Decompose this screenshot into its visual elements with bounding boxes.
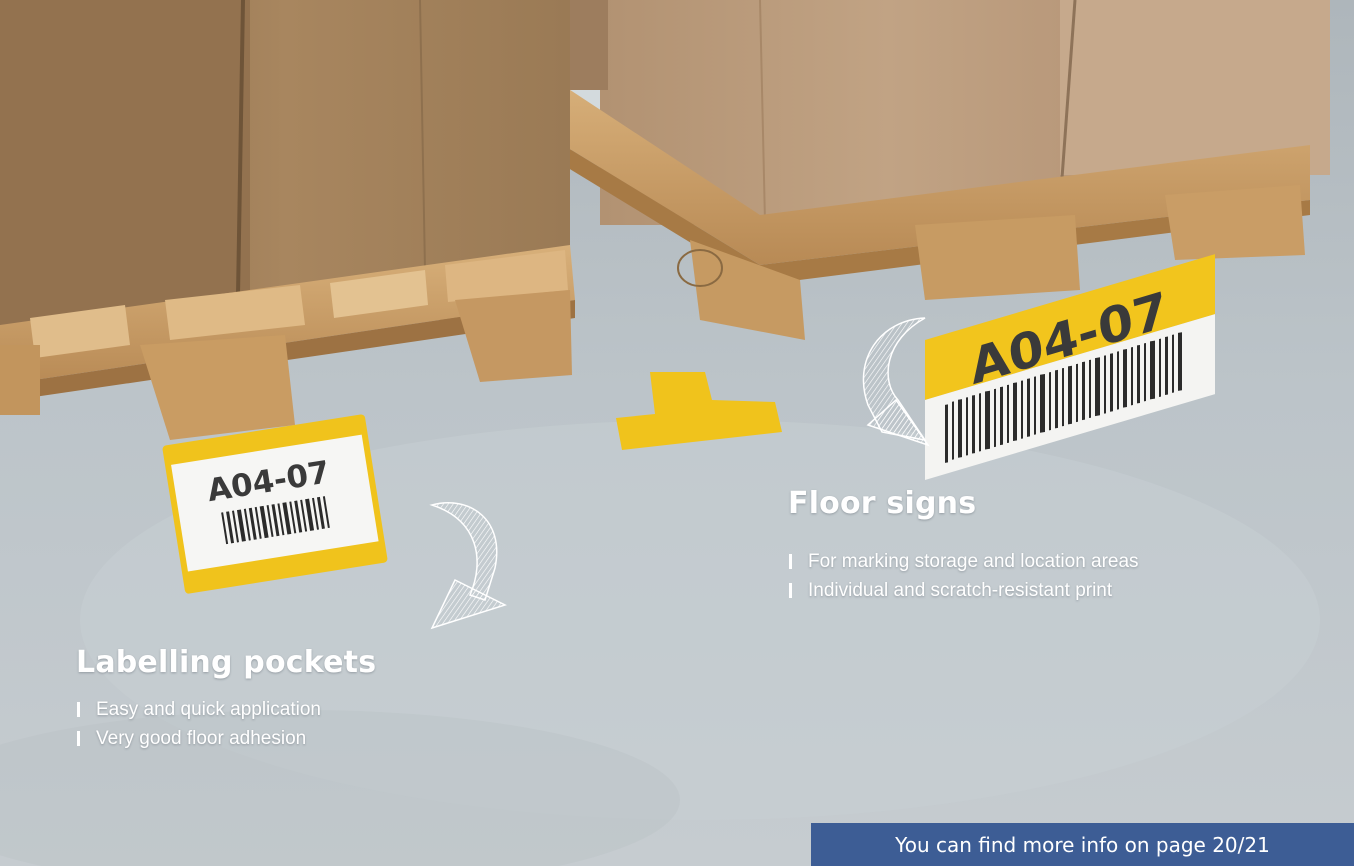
feature-item: Individual and scratch-resistant print [788, 576, 1139, 605]
labelling-pocket-label: A04-07 [162, 414, 388, 594]
labelling-pockets-title: Labelling pockets [76, 645, 377, 680]
floor-signs-features: For marking storage and location areas I… [788, 547, 1139, 605]
floor-signs-title: Floor signs [788, 486, 977, 521]
feature-item: For marking storage and location areas [788, 547, 1139, 576]
info-banner-text: You can find more info on page 20/21 [895, 832, 1270, 857]
info-banner[interactable]: You can find more info on page 20/21 [811, 823, 1354, 866]
pallet-left [0, 0, 575, 440]
feature-item: Very good floor adhesion [76, 724, 321, 753]
feature-item: Easy and quick application [76, 695, 321, 724]
labelling-pockets-features: Easy and quick application Very good flo… [76, 695, 321, 753]
